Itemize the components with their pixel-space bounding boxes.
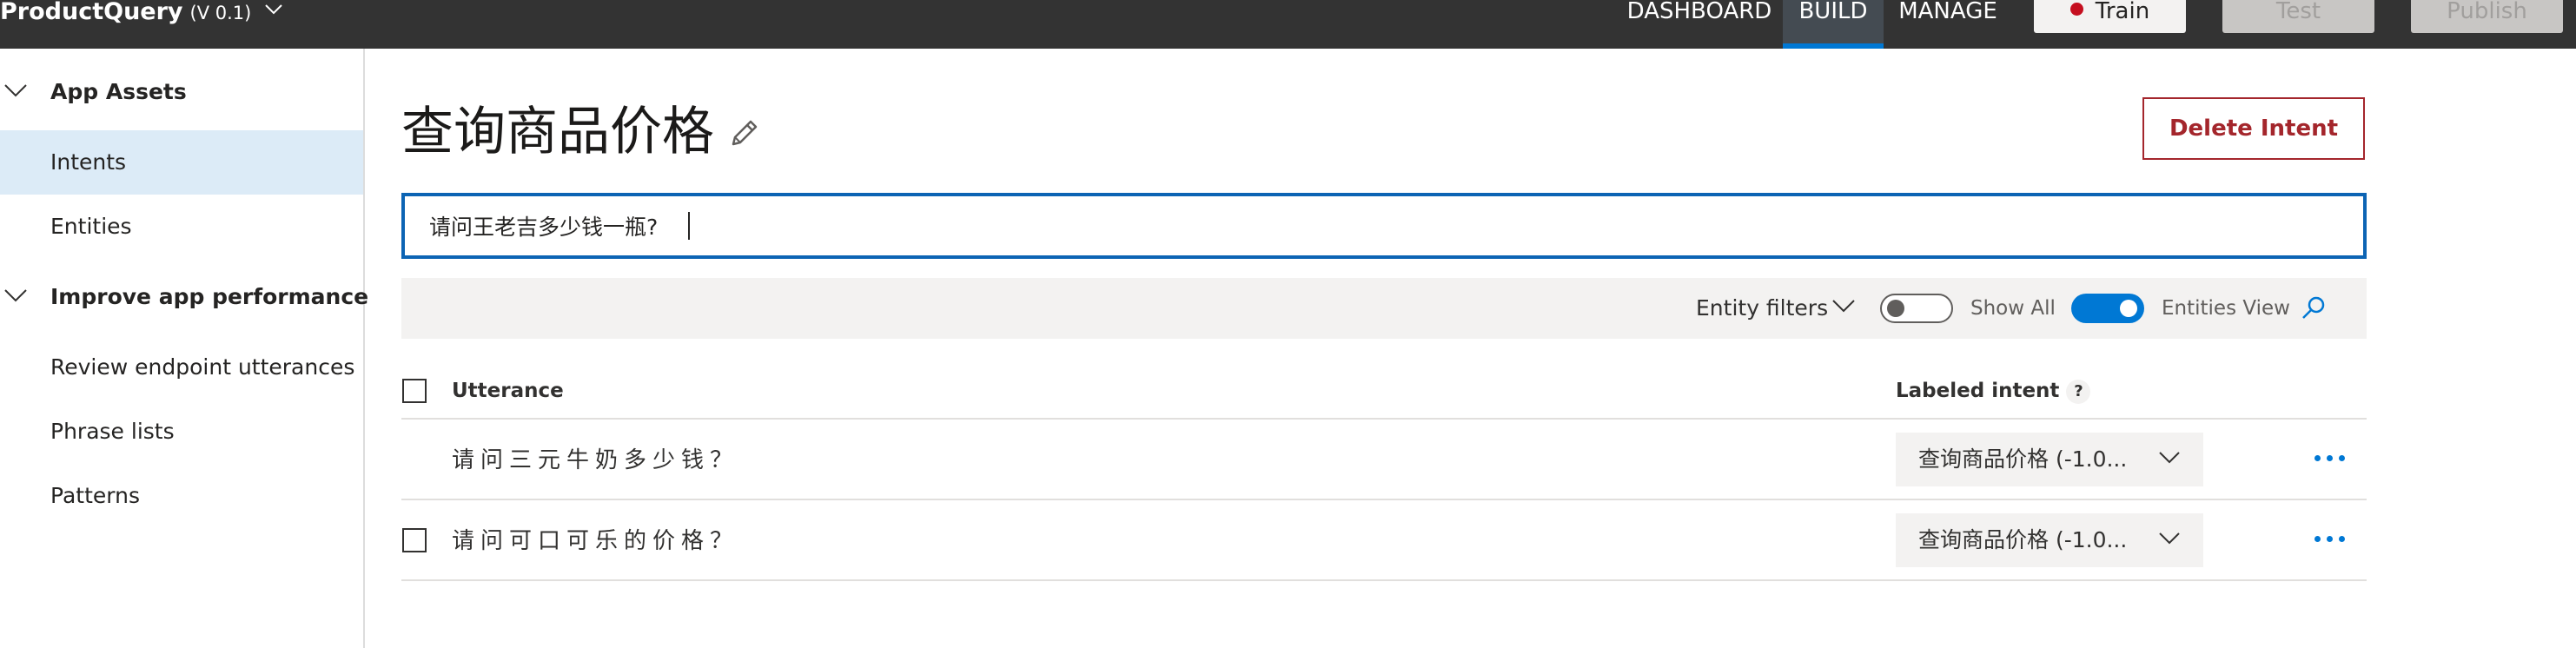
app-switcher[interactable]: ProductQuery (V 0.1) xyxy=(0,0,282,26)
sidebar-item-label: Phrase lists xyxy=(50,419,175,444)
chevron-down-icon[interactable] xyxy=(265,3,282,15)
app-name: ProductQuery xyxy=(0,0,183,25)
chevron-down-icon[interactable] xyxy=(3,288,28,304)
sidebar-item-label: Patterns xyxy=(50,483,140,508)
row-divider xyxy=(401,418,2367,420)
chevron-down-icon[interactable] xyxy=(1831,299,1856,314)
nav-manage-label: MANAGE xyxy=(1898,0,1997,24)
delete-intent-button[interactable]: Delete Intent xyxy=(2142,97,2365,160)
entities-view-label: Entities View xyxy=(2162,297,2290,320)
search-icon[interactable] xyxy=(2301,295,2327,321)
delete-intent-label: Delete Intent xyxy=(2169,116,2339,142)
test-button[interactable]: Test xyxy=(2222,0,2374,33)
more-options-icon[interactable] xyxy=(2314,536,2346,545)
intent-dropdown[interactable]: 查询商品价格 (-1.0... xyxy=(1896,433,2203,486)
row-divider xyxy=(401,579,2367,581)
entity-filters-label: Entity filters xyxy=(1696,295,1829,321)
app-version: (V 0.1) xyxy=(189,3,252,23)
help-icon[interactable]: ? xyxy=(2066,379,2091,404)
sidebar-item-patterns[interactable]: Patterns xyxy=(0,464,363,528)
nav-build-label: BUILD xyxy=(1798,0,1868,24)
sidebar-item-label: Entities xyxy=(50,214,132,239)
row-checkbox[interactable] xyxy=(402,528,427,552)
select-all-checkbox[interactable] xyxy=(402,379,427,403)
page-title: 查询商品价格 xyxy=(401,102,714,162)
toggle-knob xyxy=(1887,300,1904,317)
show-all-label: Show All xyxy=(1970,297,2056,320)
train-status-icon xyxy=(2069,3,2083,16)
sidebar-group-label: App Assets xyxy=(50,79,187,104)
row-divider xyxy=(401,499,2367,500)
utterance-text[interactable]: 请问三元牛奶多少钱？ xyxy=(452,443,738,478)
nav-dashboard[interactable]: DASHBOARD xyxy=(1626,0,1772,49)
intent-dropdown[interactable]: 查询商品价格 (-1.0... xyxy=(1896,513,2203,567)
chevron-down-icon[interactable] xyxy=(3,83,28,99)
utterance-text[interactable]: 请问可口可乐的价格？ xyxy=(452,524,738,559)
sidebar-group-label: Improve app performance xyxy=(50,284,369,309)
sidebar-item-entities[interactable]: Entities xyxy=(0,195,363,259)
train-button[interactable]: Train xyxy=(2034,0,2186,33)
sidebar-item-review-endpoint-utterances[interactable]: Review endpoint utterances xyxy=(0,335,363,400)
column-header-labeled-intent[interactable]: Labeled intent? xyxy=(1896,378,2091,404)
nav-build[interactable]: BUILD xyxy=(1783,0,1884,49)
intent-dropdown-value: 查询商品价格 (-1.0... xyxy=(1918,446,2128,472)
sidebar-item-label: Review endpoint utterances xyxy=(50,354,355,380)
column-header-utterance[interactable]: Utterance xyxy=(452,378,564,404)
chevron-down-icon xyxy=(2159,452,2180,464)
nav-manage[interactable]: MANAGE xyxy=(1892,0,2003,49)
filter-bar: Entity filters Show All Entities View xyxy=(401,278,2367,339)
entity-filters-dropdown[interactable]: Entity filters xyxy=(1696,278,1828,339)
sidebar-item-label: Intents xyxy=(50,149,127,175)
top-bar: ProductQuery (V 0.1) DASHBOARD BUILD MANA… xyxy=(0,0,2576,49)
nav-dashboard-label: DASHBOARD xyxy=(1626,0,1772,24)
more-options-icon[interactable] xyxy=(2314,455,2346,464)
utterance-input[interactable] xyxy=(401,193,2367,259)
publish-button[interactable]: Publish xyxy=(2411,0,2563,33)
sidebar-item-intents[interactable]: Intents xyxy=(0,130,363,195)
chevron-down-icon xyxy=(2159,532,2180,545)
sidebar: App Assets Intents Entities Improve app … xyxy=(0,49,369,648)
labeled-intent-header-label: Labeled intent xyxy=(1896,380,2060,402)
test-label: Test xyxy=(2275,0,2321,24)
publish-label: Publish xyxy=(2447,0,2527,24)
show-all-toggle[interactable] xyxy=(1880,294,1953,323)
sidebar-item-phrase-lists[interactable]: Phrase lists xyxy=(0,400,363,464)
entities-view-toggle[interactable] xyxy=(2071,294,2144,323)
text-caret xyxy=(688,212,690,240)
toggle-knob xyxy=(2120,300,2137,317)
intent-dropdown-value: 查询商品价格 (-1.0... xyxy=(1918,527,2128,552)
train-label: Train xyxy=(2095,0,2150,24)
pencil-icon[interactable] xyxy=(726,116,761,151)
